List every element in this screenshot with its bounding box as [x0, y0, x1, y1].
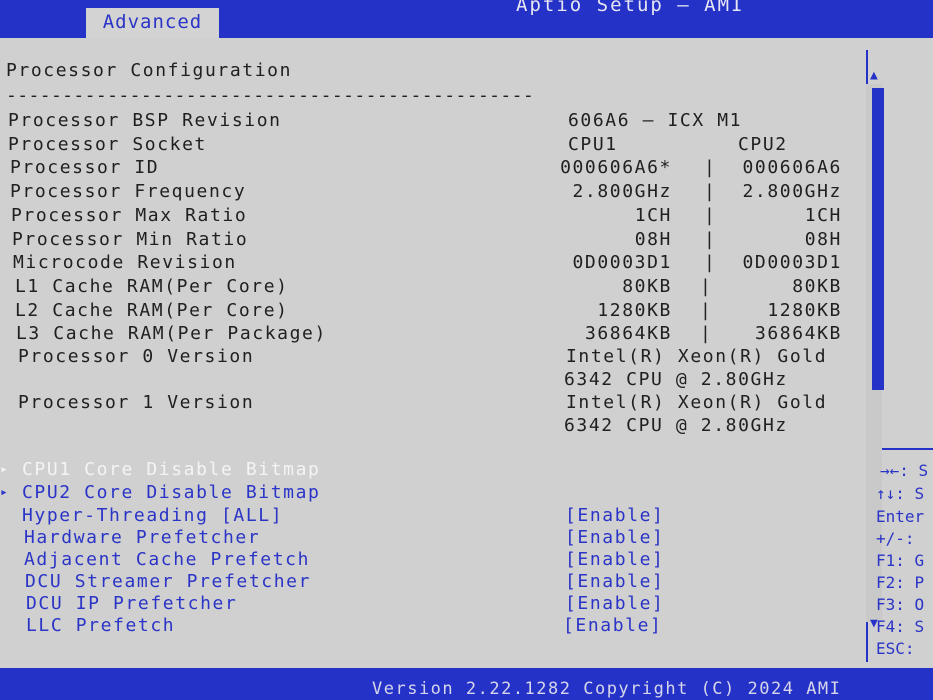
info-label: Microcode Revision	[13, 252, 237, 273]
setting-hardware-prefetcher[interactable]: Hardware Prefetcher	[24, 527, 260, 548]
cpu2-value: 80KB	[792, 276, 842, 297]
cpu1-value: CPU1	[568, 134, 618, 155]
scrollbar-thumb[interactable]	[872, 88, 884, 390]
column-separator: |	[704, 229, 715, 250]
info-label: Processor BSP Revision	[8, 110, 282, 131]
cpu2-value: CPU2	[738, 134, 788, 155]
cpu2-value: 2.800GHz	[742, 181, 842, 202]
info-label: Processor ID	[10, 157, 160, 178]
title-underline: ----------------------------------------…	[6, 85, 535, 106]
info-label: L2 Cache RAM(Per Core)	[15, 300, 289, 321]
setting-dcu-ip-prefetcher[interactable]: DCU IP Prefetcher	[26, 593, 237, 614]
footer-version: Version 2.22.1282 Copyright (C) 2024 AMI	[372, 679, 842, 699]
setting-value[interactable]: [Enable]	[565, 527, 665, 548]
version-value: 6342 CPU @ 2.80GHz	[564, 369, 788, 390]
column-separator: |	[700, 323, 711, 344]
column-separator: |	[704, 181, 715, 202]
column-separator: |	[700, 276, 711, 297]
setting-value[interactable]: [Enable]	[565, 549, 665, 570]
submenu-arrow-icon: ▸	[0, 462, 10, 477]
cpu2-value: 08H	[804, 229, 842, 250]
key-help-item: F3: O	[876, 595, 925, 614]
setting-value[interactable]: [Enable]	[563, 615, 663, 636]
cpu1-value: 36864KB	[584, 323, 672, 344]
submenu-cpu1-core-disable[interactable]: CPU1 Core Disable Bitmap	[22, 459, 321, 480]
cpu1-value: 08H	[634, 229, 672, 250]
info-label: Processor Socket	[8, 134, 207, 155]
setting-dcu-streamer-prefetcher[interactable]: DCU Streamer Prefetcher	[25, 571, 311, 592]
column-separator: |	[700, 300, 711, 321]
column-separator: |	[704, 205, 715, 226]
setting-hyper-threading[interactable]: Hyper-Threading [ALL]	[22, 505, 283, 526]
cpu1-value: 1280KB	[597, 300, 672, 321]
cpu1-value: 80KB	[622, 276, 672, 297]
page-title: Processor Configuration	[6, 60, 293, 81]
column-separator: |	[704, 157, 715, 178]
cpu2-value: 0D0003D1	[742, 252, 842, 273]
key-help-item: +/-:	[876, 529, 915, 548]
info-label: Processor Max Ratio	[11, 205, 248, 226]
key-help-item: F1: G	[876, 551, 925, 570]
cpu2-value: 1CH	[804, 205, 842, 226]
key-help-item: F4: S	[876, 617, 925, 636]
scroll-up-icon[interactable]: ▲	[870, 68, 878, 83]
cpu1-value: 000606A6*	[560, 157, 672, 178]
column-separator: |	[704, 252, 715, 273]
setting-value[interactable]: [Enable]	[565, 571, 665, 592]
cpu1-value: 2.800GHz	[572, 181, 672, 202]
cpu1-value: 0D0003D1	[572, 252, 672, 273]
version-value: 6342 CPU @ 2.80GHz	[564, 415, 788, 436]
cpu2-value: 36864KB	[754, 323, 842, 344]
version-label: Processor 0 Version	[18, 346, 255, 367]
version-label: Processor 1 Version	[18, 392, 255, 413]
submenu-arrow-icon: ▸	[0, 485, 10, 500]
cpu2-value: 1280KB	[767, 300, 842, 321]
key-help-item: →←: S	[880, 461, 929, 480]
key-help-item: F2: P	[876, 573, 925, 592]
version-value: Intel(R) Xeon(R) Gold	[566, 346, 828, 367]
tab-advanced[interactable]: Advanced	[86, 8, 219, 40]
version-value: Intel(R) Xeon(R) Gold	[566, 392, 828, 413]
app-title: Aptio Setup – AMI	[516, 0, 745, 16]
info-label: L3 Cache RAM(Per Package)	[16, 323, 327, 344]
cpu2-value: 000606A6	[742, 157, 842, 178]
info-label: Processor Frequency	[10, 181, 247, 202]
info-label: L1 Cache RAM(Per Core)	[15, 276, 289, 297]
info-value: 606A6 – ICX M1	[568, 110, 743, 131]
setting-value[interactable]: [Enable]	[565, 505, 665, 526]
key-help-item: ↑↓: S	[876, 484, 925, 503]
key-help-item: ESC:	[876, 639, 915, 658]
info-label: Processor Min Ratio	[12, 229, 249, 250]
cpu1-value: 1CH	[634, 205, 672, 226]
setting-adjacent-cache-prefetch[interactable]: Adjacent Cache Prefetch	[24, 549, 310, 570]
submenu-cpu2-core-disable[interactable]: CPU2 Core Disable Bitmap	[22, 482, 321, 503]
key-help-item: Enter	[876, 507, 925, 526]
setting-value[interactable]: [Enable]	[565, 593, 665, 614]
setting-llc-prefetch[interactable]: LLC Prefetch	[26, 615, 175, 636]
